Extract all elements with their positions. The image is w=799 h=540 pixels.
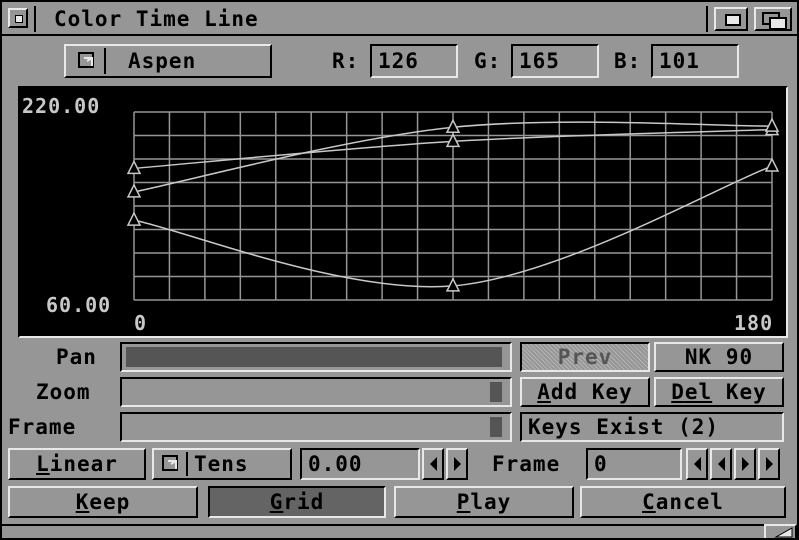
key-marker[interactable]: [126, 211, 142, 226]
arrow-right-icon: [453, 457, 461, 471]
resize-icon: [774, 527, 793, 538]
frame-slider-knob[interactable]: [490, 417, 502, 437]
tens-decrement-button[interactable]: [422, 448, 444, 480]
title-bar[interactable]: Color Time Line: [2, 2, 797, 36]
prev-button[interactable]: Prev: [520, 342, 650, 372]
cancel-button[interactable]: Cancel: [580, 486, 786, 518]
tens-value: 0.00: [308, 451, 363, 476]
arrow-right-icon: [741, 457, 749, 471]
b-value: 101: [659, 48, 700, 73]
frame-first-button[interactable]: [686, 448, 708, 480]
y-max-label: 220.00: [22, 94, 100, 118]
r-value: 126: [378, 48, 419, 73]
pan-slider[interactable]: [120, 342, 512, 372]
grid-hotkey: G: [269, 489, 284, 514]
zoom-slider[interactable]: [120, 377, 512, 407]
arrow-left-icon: [429, 457, 437, 471]
r-label: R:: [332, 49, 360, 73]
pan-label: Pan: [56, 345, 97, 369]
linear-label: inear: [49, 451, 118, 476]
key-marker[interactable]: [764, 157, 780, 172]
title-separator: [34, 6, 36, 32]
g-value: 165: [519, 48, 560, 73]
del-key-underlined: el: [684, 379, 713, 404]
frame-next-button[interactable]: [734, 448, 756, 480]
arrow-left-icon: [717, 457, 725, 471]
frame-value-field[interactable]: 0: [586, 448, 682, 480]
add-key-hotkey: A: [537, 379, 551, 404]
cycle-separator: [186, 452, 188, 476]
popup-separator: [104, 48, 106, 74]
prev-label: Prev: [557, 344, 613, 369]
play-label: lay: [470, 489, 512, 514]
keep-button[interactable]: Keep: [8, 486, 198, 518]
del-key-button[interactable]: Del Key: [654, 377, 784, 407]
graph-frame: 220.00 60.00 0 180: [18, 86, 788, 338]
add-key-label: dd Key: [550, 379, 633, 404]
close-icon: [15, 15, 23, 23]
title-separator-right: [706, 6, 708, 32]
frame-field-label: Frame: [492, 452, 561, 476]
zoom-label: Zoom: [36, 380, 91, 404]
frame-value: 0: [594, 451, 608, 476]
grid-button[interactable]: Grid: [208, 486, 386, 518]
zoom-button[interactable]: [714, 7, 748, 31]
cancel-label: ancel: [655, 489, 724, 514]
resize-gadget[interactable]: [764, 524, 797, 538]
x-min-label: 0: [134, 311, 146, 335]
nk-label: NK 90: [684, 344, 754, 369]
add-key-button[interactable]: Add Key: [520, 377, 650, 407]
tens-label: Tens: [194, 451, 249, 476]
frame-prev-button[interactable]: [710, 448, 732, 480]
close-button[interactable]: [8, 8, 28, 28]
depth-button[interactable]: [754, 7, 792, 31]
cancel-hotkey: C: [642, 489, 656, 514]
pan-slider-knob[interactable]: [126, 347, 502, 367]
nk-button[interactable]: NK 90: [654, 342, 784, 372]
arrow-left-icon: [693, 457, 701, 471]
zoom-slider-knob[interactable]: [490, 382, 502, 402]
tens-cycle-button[interactable]: Tens: [152, 448, 292, 480]
arrow-right-icon: [765, 457, 773, 471]
frame-label: Frame: [8, 415, 77, 439]
palette-name: Aspen: [128, 48, 197, 73]
del-key-hotkey: D: [671, 379, 685, 404]
grid-label: rid: [283, 489, 325, 514]
keys-status-field: Keys Exist (2): [520, 412, 784, 442]
palette-button[interactable]: Aspen: [64, 44, 272, 78]
del-key-label: Key: [712, 379, 767, 404]
b-value-field[interactable]: 101: [651, 44, 739, 78]
b-label: B:: [614, 49, 642, 73]
key-marker[interactable]: [764, 117, 780, 132]
linear-hotkey: L: [36, 451, 50, 476]
g-label: G:: [474, 49, 502, 73]
tens-value-field[interactable]: 0.00: [300, 448, 420, 480]
depth-icon-front: [769, 17, 787, 30]
cycle-icon: [162, 455, 182, 473]
y-min-label: 60.00: [46, 293, 111, 317]
window-title: Color Time Line: [54, 7, 259, 31]
play-button[interactable]: Play: [394, 486, 574, 518]
bottom-border: [2, 524, 797, 526]
linear-button[interactable]: Linear: [8, 448, 146, 480]
frame-slider[interactable]: [120, 412, 512, 442]
keys-status: Keys Exist (2): [528, 414, 720, 439]
play-hotkey: P: [456, 489, 471, 514]
color-time-line-window: Color Time Line Aspen R: 126 G: 165 B: 1…: [0, 0, 799, 540]
tens-increment-button[interactable]: [446, 448, 468, 480]
r-value-field[interactable]: 126: [370, 44, 458, 78]
popup-icon: [78, 52, 98, 70]
zoom-icon: [725, 14, 741, 26]
keep-hotkey: K: [75, 489, 90, 514]
keep-label: eep: [89, 489, 131, 514]
frame-last-button[interactable]: [758, 448, 780, 480]
g-value-field[interactable]: 165: [511, 44, 599, 78]
x-max-label: 180: [734, 311, 773, 335]
time-line-graph[interactable]: 220.00 60.00 0 180: [20, 88, 786, 336]
